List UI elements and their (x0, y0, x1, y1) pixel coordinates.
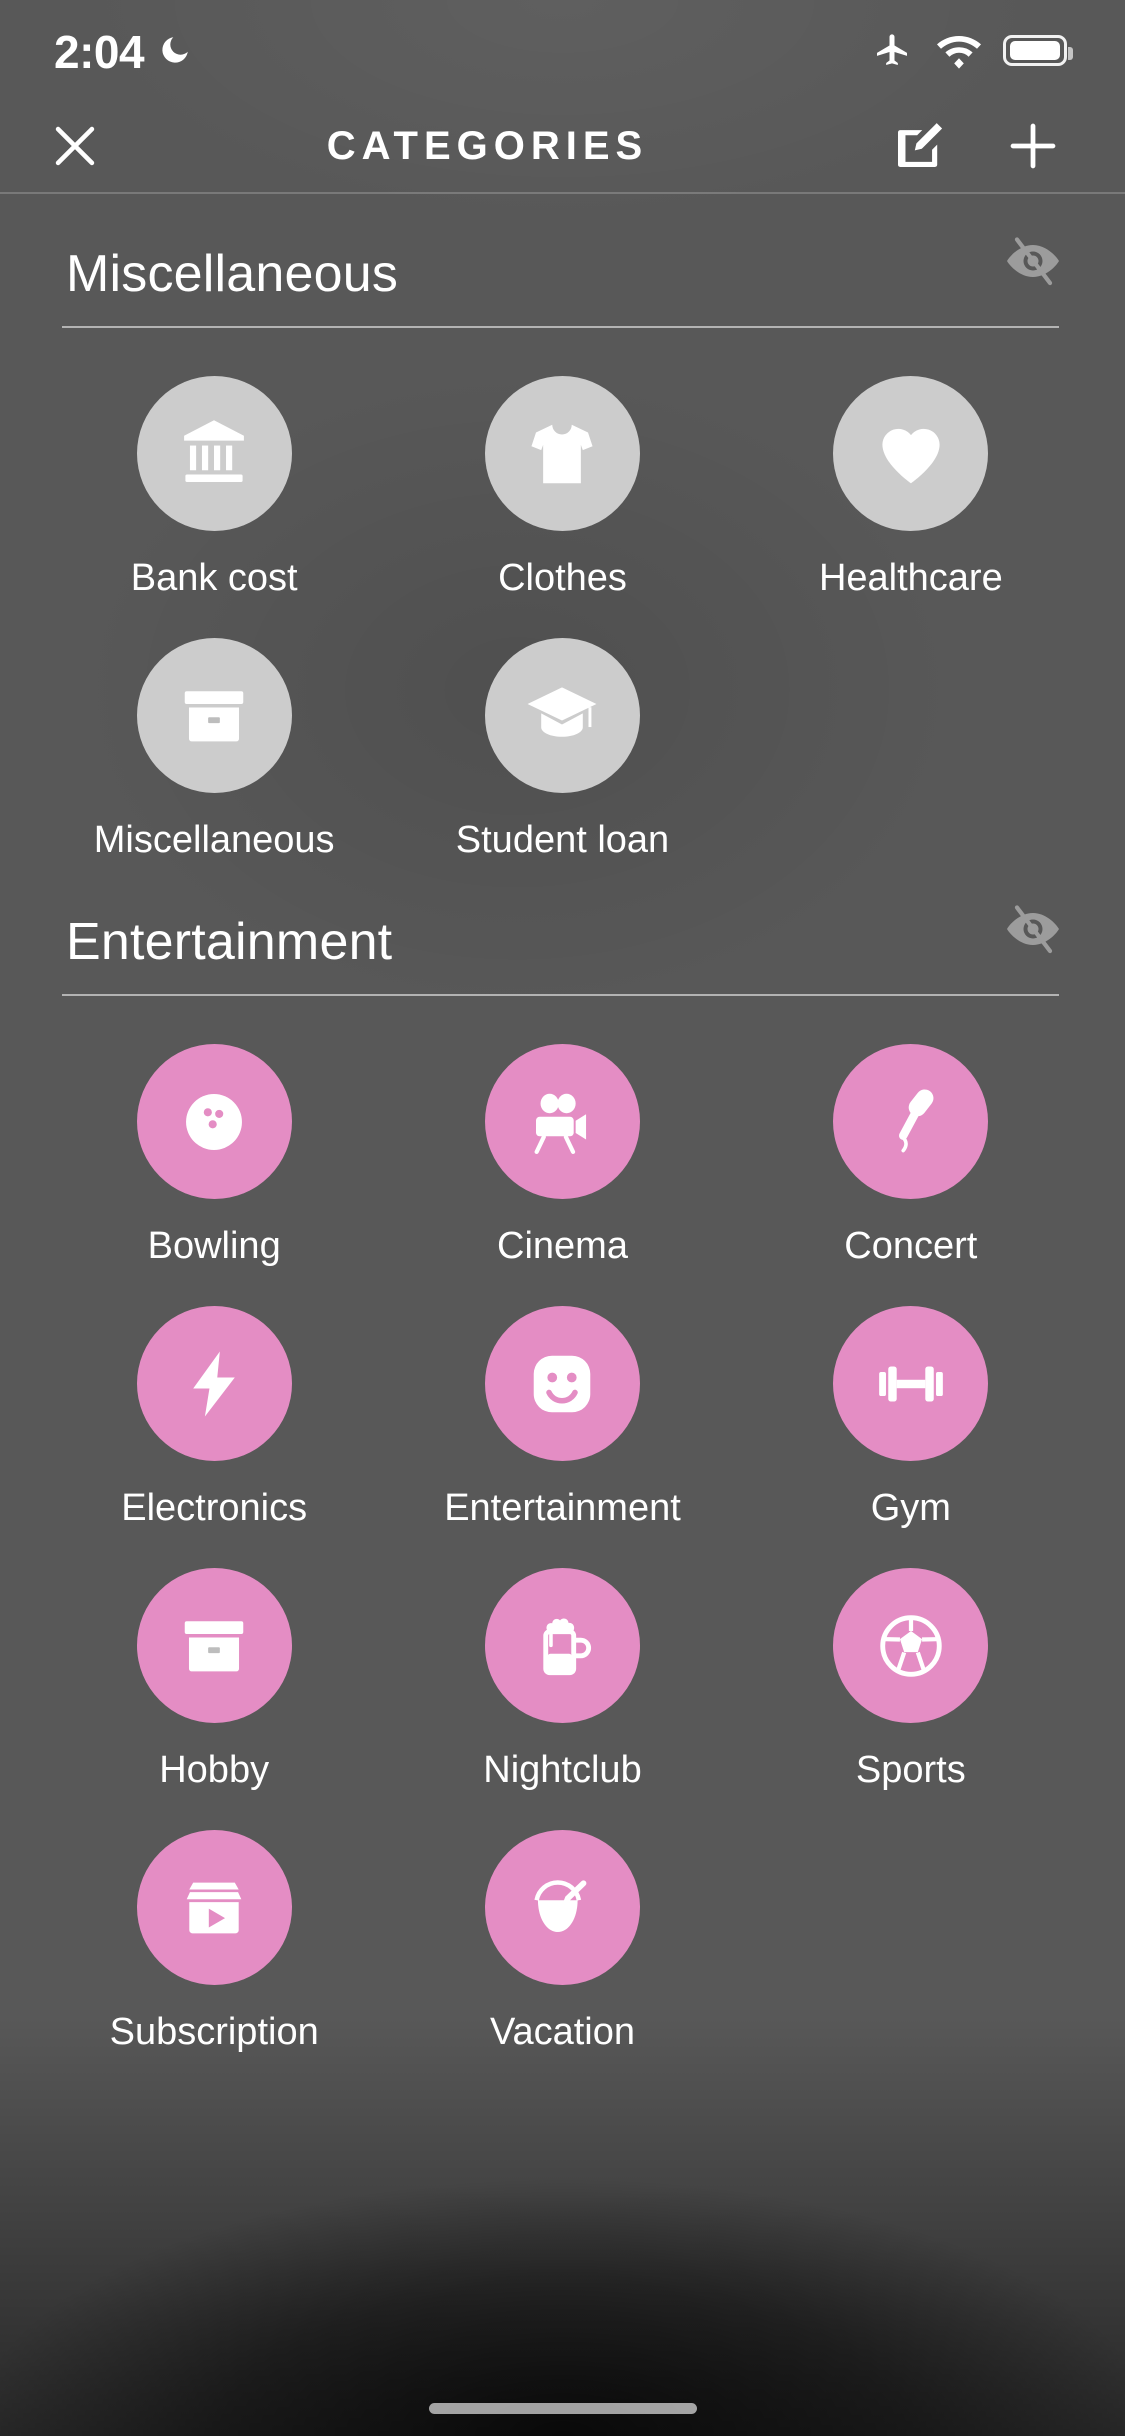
eye-slash-icon (1007, 237, 1059, 286)
category-label: Hobby (159, 1749, 270, 1791)
category-icon-bubble (136, 1044, 292, 1199)
status-bar-right (869, 30, 1073, 70)
category-icon-bubble (833, 1306, 989, 1461)
category-label: Entertainment (444, 1487, 681, 1529)
heart-icon (882, 428, 940, 483)
dumbbell-icon (878, 1365, 943, 1402)
category-item[interactable]: Gym (737, 1306, 1085, 1530)
category-item[interactable]: Sports (737, 1568, 1085, 1792)
status-bar: 2:04 (0, 0, 1125, 100)
category-icon-bubble (484, 1568, 640, 1723)
category-item[interactable]: Vacation (388, 1830, 736, 2054)
category-label: Gym (870, 1487, 951, 1529)
category-section: Entertainment Bowling Cinema Concert Elec… (0, 862, 1125, 2054)
category-label: Nightclub (483, 1749, 642, 1791)
section-header: Entertainment (0, 862, 1125, 972)
category-icon-bubble (484, 638, 640, 793)
category-item[interactable]: $ Bank cost (40, 376, 388, 600)
smiley-face-icon (534, 1355, 591, 1412)
category-item[interactable]: Healthcare (737, 376, 1085, 600)
home-indicator[interactable] (428, 2403, 697, 2414)
section-title: Miscellaneous (66, 245, 399, 303)
categories-scroll-area[interactable]: Miscellaneous $ Bank cost Clothes Healthcar… (0, 194, 1125, 2054)
page-title: CATEGORIES (326, 123, 649, 168)
category-label: Concert (844, 1225, 978, 1267)
category-icon-bubble (484, 1830, 640, 1985)
navigation-bar: CATEGORIES (0, 100, 1125, 192)
status-time: 2:04 (54, 26, 145, 78)
bowling-ball-icon (186, 1093, 243, 1150)
media-play-box-icon (186, 1882, 242, 1933)
coconut-drink-icon (534, 1879, 587, 1932)
box-icon (184, 690, 244, 741)
category-item[interactable]: Clothes (388, 376, 736, 600)
soccer-ball-icon (880, 1614, 942, 1677)
category-item[interactable]: Concert (737, 1044, 1085, 1268)
ambient-shadow-gradient (0, 2016, 1125, 2436)
category-label: Student loan (455, 819, 670, 861)
category-icon-bubble (484, 1306, 640, 1461)
battery-fill (1010, 40, 1060, 60)
category-grid: Bowling Cinema Concert Electronics Entert… (0, 996, 1125, 2054)
category-icon-bubble (833, 1568, 989, 1723)
category-label: Electronics (121, 1487, 308, 1529)
beer-mug-icon (543, 1618, 592, 1675)
movie-camera-icon (535, 1093, 587, 1154)
category-label: Miscellaneous (93, 819, 335, 861)
graduation-cap-icon (528, 686, 597, 737)
microphone-icon (898, 1088, 934, 1152)
box-icon (184, 1620, 244, 1671)
section-visibility-toggle[interactable] (1003, 899, 1063, 972)
category-label: Cinema (497, 1225, 628, 1267)
category-label: Subscription (109, 2011, 319, 2053)
category-icon-bubble (136, 1306, 292, 1461)
category-icon-bubble (136, 1830, 292, 1985)
airplane-mode-icon (877, 34, 907, 65)
category-label: Bowling (147, 1225, 281, 1267)
category-item[interactable]: Student loan (388, 638, 736, 862)
category-item[interactable]: Bowling (40, 1044, 388, 1268)
crescent-moon-icon (162, 37, 188, 63)
lightning-bolt-icon (193, 1351, 235, 1416)
category-item[interactable]: Hobby (40, 1568, 388, 1792)
category-icon-bubble (484, 376, 640, 531)
category-icon-bubble (484, 1044, 640, 1199)
category-item[interactable]: Entertainment (388, 1306, 736, 1530)
category-item[interactable]: Cinema (388, 1044, 736, 1268)
section-title: Entertainment (66, 913, 393, 971)
svg-text:$: $ (209, 419, 219, 438)
category-section: Miscellaneous $ Bank cost Clothes Healthcar… (0, 194, 1125, 862)
header-divider (0, 192, 1125, 194)
eye-slash-icon (1007, 905, 1059, 954)
category-label: Sports (855, 1749, 966, 1791)
category-label: Clothes (498, 557, 627, 599)
status-bar-left: 2:04 (54, 25, 192, 75)
category-icon-bubble (833, 376, 989, 531)
category-item[interactable]: Subscription (40, 1830, 388, 2054)
add-button[interactable] (1003, 116, 1063, 176)
category-item[interactable]: Nightclub (388, 1568, 736, 1792)
battery-full-icon (1003, 34, 1073, 66)
category-icon-bubble (136, 1568, 292, 1723)
navigation-actions (825, 116, 1125, 176)
category-label: Healthcare (818, 557, 1003, 599)
section-visibility-toggle[interactable] (1003, 231, 1063, 304)
category-item[interactable]: Miscellaneous (40, 638, 388, 862)
category-grid: $ Bank cost Clothes Healthcare Miscellaneou… (0, 328, 1125, 862)
plus-icon (1010, 123, 1056, 169)
close-icon (55, 126, 95, 166)
section-header: Miscellaneous (0, 194, 1125, 304)
category-icon-bubble (136, 638, 292, 793)
edit-square-pencil-icon (898, 123, 943, 167)
category-item[interactable]: Electronics (40, 1306, 388, 1530)
category-label: Bank cost (130, 557, 298, 599)
category-icon-bubble: $ (136, 376, 292, 531)
close-button[interactable] (0, 117, 150, 175)
bank-icon: $ (184, 419, 245, 482)
category-icon-bubble (833, 1044, 989, 1199)
tshirt-icon (531, 424, 594, 483)
category-label: Vacation (489, 2011, 636, 2053)
edit-button[interactable] (891, 118, 947, 174)
wifi-icon (937, 36, 981, 69)
